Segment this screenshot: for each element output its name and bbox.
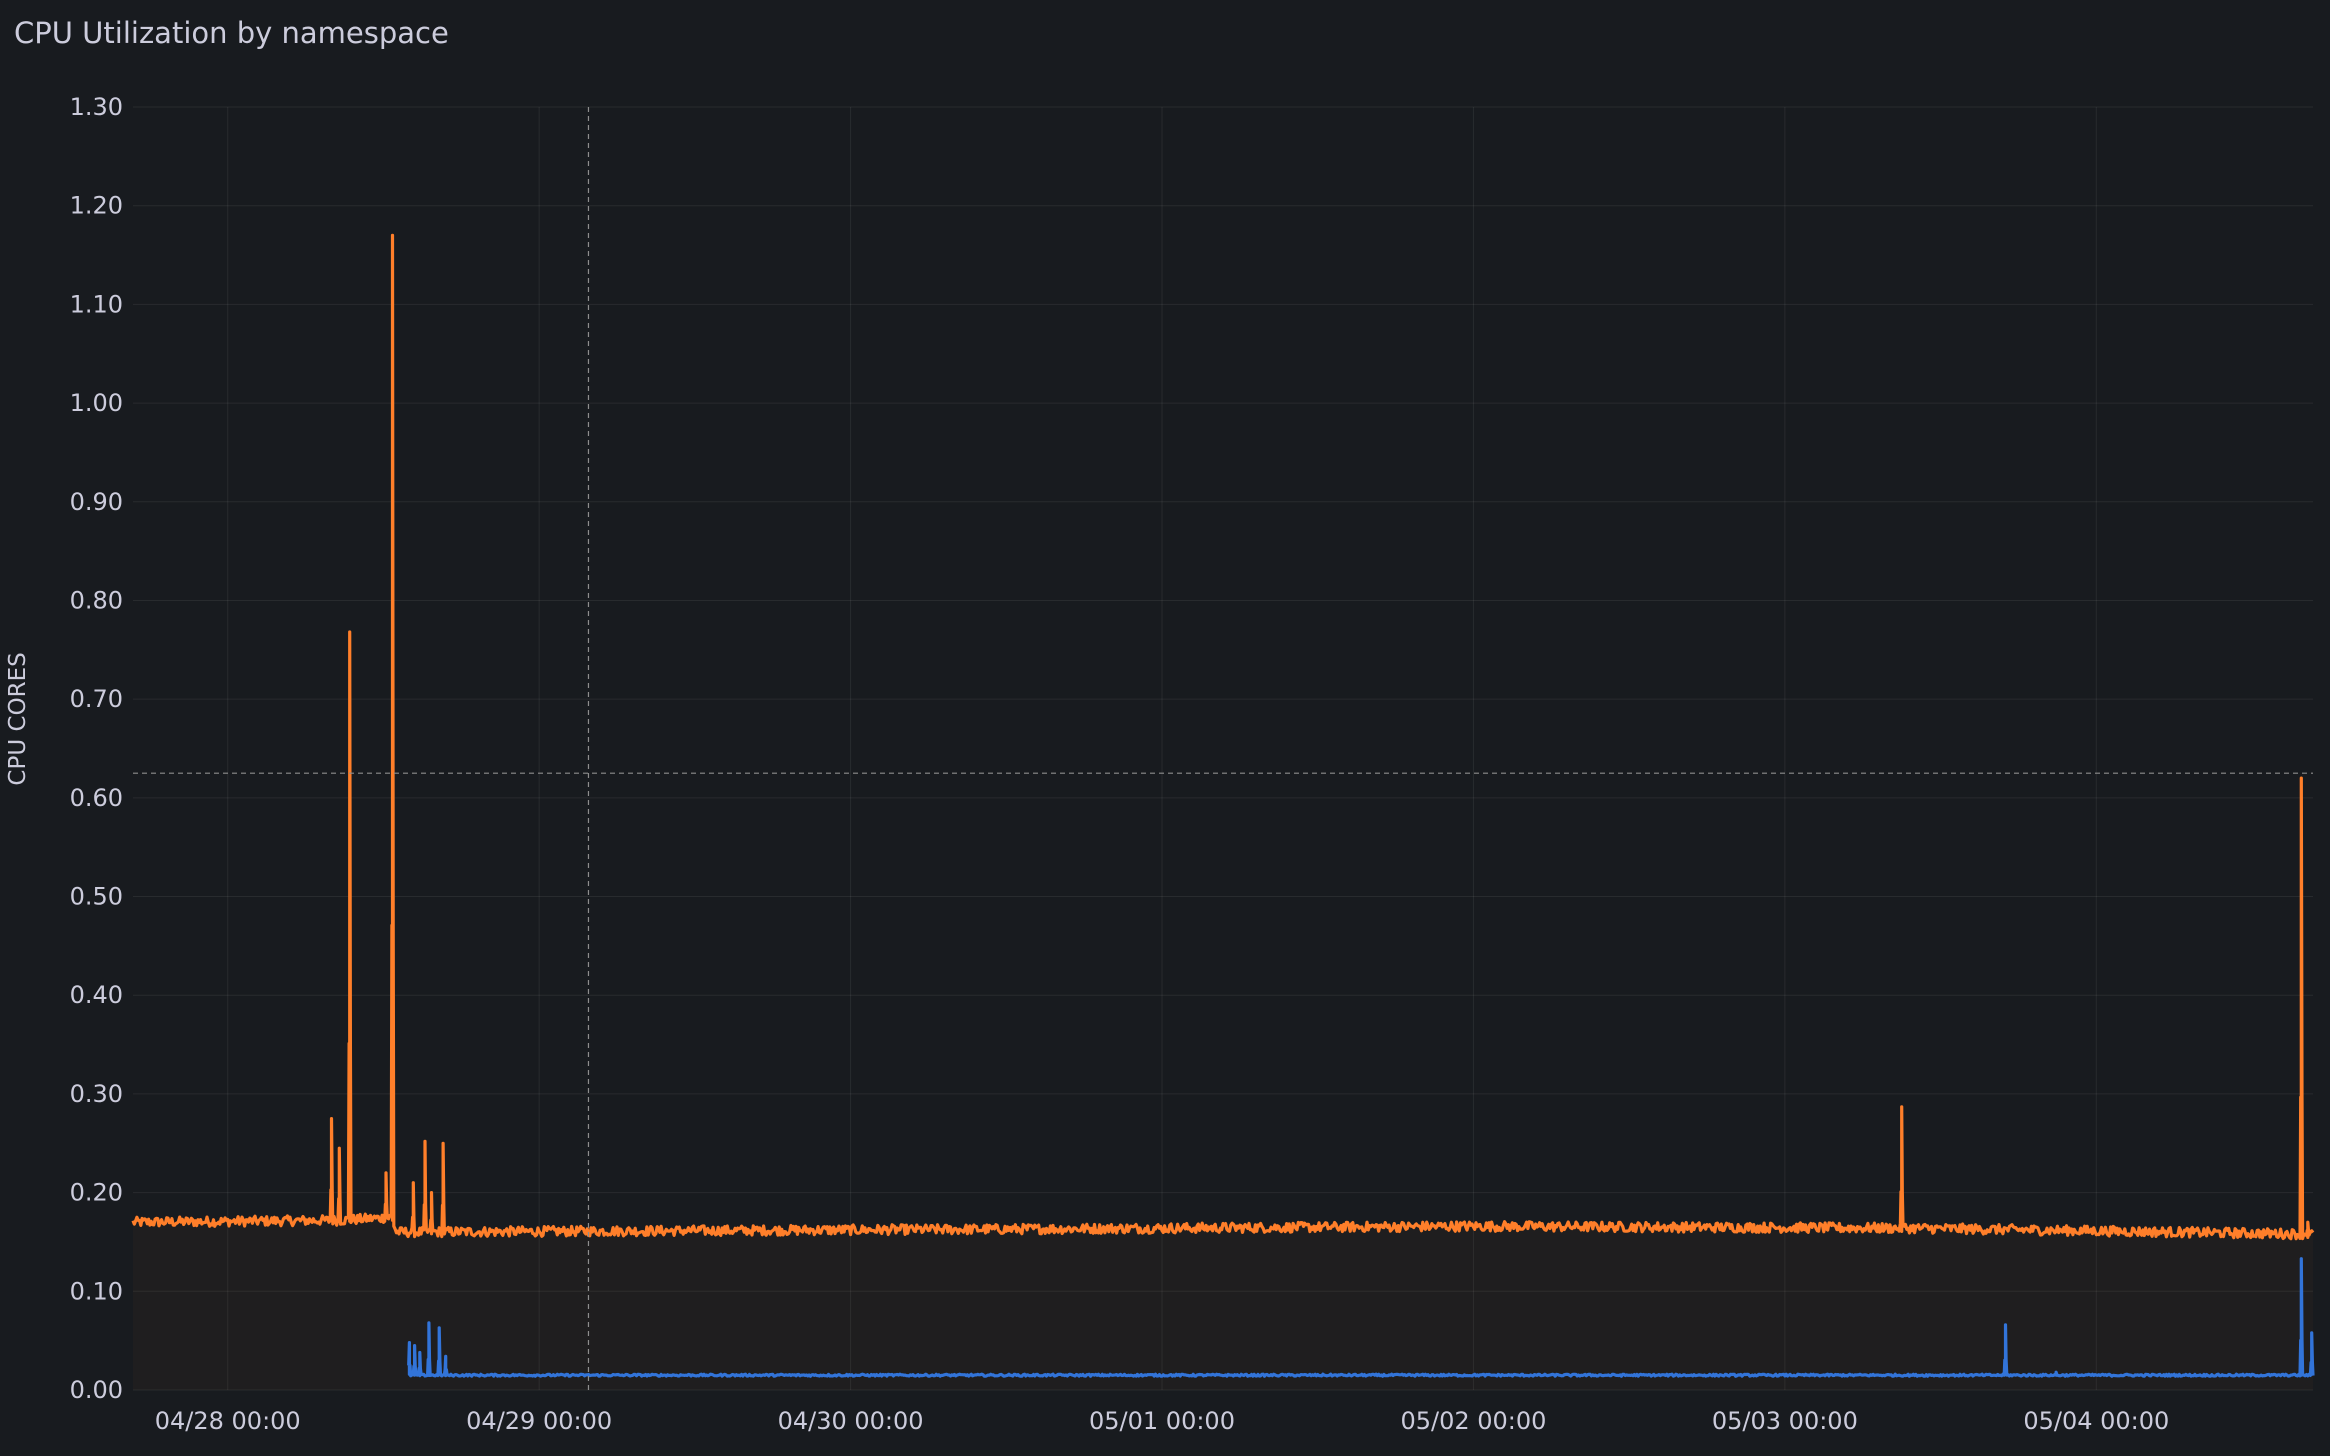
series-line-0[interactable]	[131, 233, 2315, 1241]
y-tick-label: 0.20	[70, 1179, 123, 1207]
y-tick-label: 0.70	[70, 685, 123, 713]
y-tick-label: 0.80	[70, 586, 123, 614]
grid	[133, 106, 2313, 1391]
y-tick-label: 1.30	[70, 93, 123, 121]
y-tick-label: 1.10	[70, 290, 123, 318]
y-tick-label: 0.00	[70, 1376, 123, 1404]
y-axis-label: CPU CORES	[5, 652, 31, 785]
y-tick-label: 0.10	[70, 1277, 123, 1305]
y-axis-ticks: 0.00 0.10 0.20 0.30 0.40 0.50 0.60 0.70 0.80 0.90…	[70, 93, 123, 1404]
x-tick-label: 04/29 00:00	[466, 1407, 612, 1435]
y-tick-label: 0.50	[70, 883, 123, 911]
series-lines	[131, 233, 2315, 1378]
x-tick-label: 05/04 00:00	[2023, 1407, 2169, 1435]
x-tick-label: 05/03 00:00	[1712, 1407, 1858, 1435]
y-tick-label: 1.00	[70, 389, 123, 417]
crosshair	[133, 107, 2313, 1390]
x-tick-label: 05/02 00:00	[1400, 1407, 1546, 1435]
x-tick-label: 04/30 00:00	[778, 1407, 924, 1435]
x-axis-ticks: 04/28 00:00 04/29 00:00 04/30 00:00 05/01 0…	[155, 1407, 2170, 1435]
series-area-0	[133, 235, 2313, 1390]
y-tick-label: 1.20	[70, 192, 123, 220]
series-fill	[133, 235, 2313, 1390]
chart-panel: CPU Utilization by namespace 0.00 0.10 0.2…	[0, 0, 2330, 1456]
y-tick-label: 0.60	[70, 784, 123, 812]
x-tick-label: 05/01 00:00	[1089, 1407, 1235, 1435]
chart-svg[interactable]: 0.00 0.10 0.20 0.30 0.40 0.50 0.60 0.70 0.80 0.90…	[0, 0, 2330, 1456]
x-tick-label: 04/28 00:00	[155, 1407, 301, 1435]
y-tick-label: 0.40	[70, 981, 123, 1009]
y-tick-label: 0.90	[70, 488, 123, 516]
y-tick-label: 0.30	[70, 1080, 123, 1108]
